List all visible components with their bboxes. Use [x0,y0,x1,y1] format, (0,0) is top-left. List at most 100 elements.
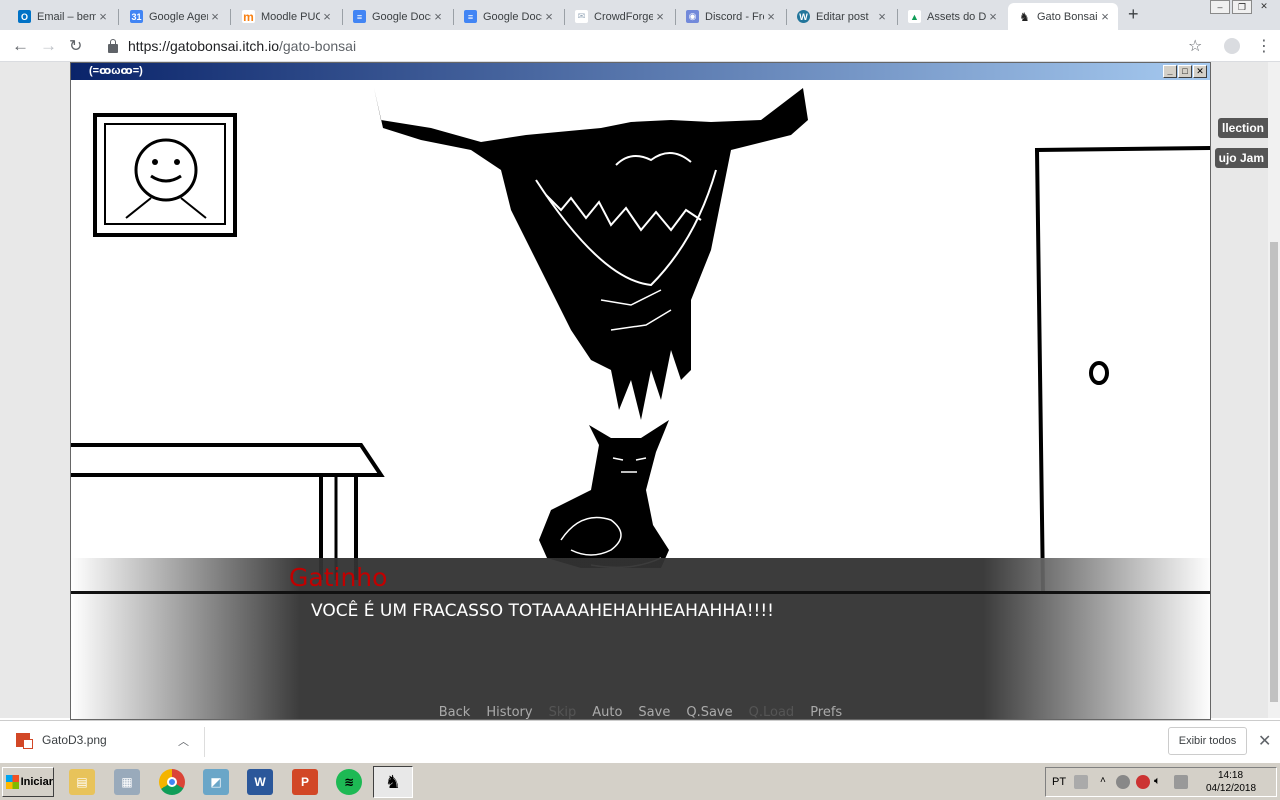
black-cat [539,420,669,569]
page-scrollbar[interactable] [1268,62,1280,718]
taskbar-powerpoint[interactable]: P [285,766,325,798]
cat-icon: ♞ [384,771,402,792]
dialogue-text: VOCÊ É UM FRACASSO TOTAAAAHEHAHHEAHAHHA!… [311,601,774,621]
tab-moodle[interactable]: m Moodle PUC × [232,3,340,30]
close-icon[interactable]: × [96,9,110,24]
reload-icon[interactable]: ↻ [69,36,82,56]
chrome-icon [159,769,185,795]
taskbar-explorer[interactable]: ▤ [62,766,102,798]
download-item[interactable]: GatoD3.png [16,733,107,749]
start-label: Iniciar [20,776,53,788]
antivirus-icon[interactable] [1136,775,1150,789]
tab-separator [118,9,119,25]
dialogue-box[interactable]: Gatinho VOCÊ É UM FRACASSO TOTAAAAHEHAHH… [71,558,1210,719]
tab-google-docs-1[interactable]: ≡ Google Docs × [343,3,451,30]
show-all-button[interactable]: Exibir todos [1168,727,1247,755]
taskbar-calculator[interactable]: ▦ [107,766,147,798]
floor-line [71,591,1210,594]
back-arrow-icon[interactable]: ← [12,36,29,56]
tab-email[interactable]: O Email – bem × [8,3,116,30]
close-icon[interactable]: × [986,9,1000,24]
forward-arrow-icon[interactable]: → [40,36,57,56]
volume-icon[interactable]: 🔈︎ [1154,775,1168,789]
demon-head [374,88,808,420]
close-icon[interactable]: × [320,9,334,24]
lock-icon [108,38,118,53]
tab-wordpress[interactable]: W Editar post × [787,3,895,30]
address-bar[interactable]: https://gatobonsai.itch.io/gato-bonsai [100,34,1210,58]
discord-icon: ◉ [686,10,699,23]
close-window-button[interactable]: ✕ [1254,0,1274,14]
close-icon[interactable]: × [764,9,778,24]
tab-google-docs-2[interactable]: ≡ Google Docs × [454,3,562,30]
taskbar-word[interactable]: W [240,766,280,798]
collection-button[interactable]: llection [1217,118,1268,138]
chevron-up-icon[interactable]: ︿ [178,733,189,749]
tab-gato-bonsai[interactable]: ♞ Gato Bonsai × [1008,3,1118,30]
browser-toolbar: ← → ↻ https://gatobonsai.itch.io/gato-bo… [0,30,1280,62]
chevron-up-icon[interactable]: ˄ [1100,775,1114,789]
speaker-name: Gatinho [289,563,388,592]
dropbox-icon[interactable] [1116,775,1130,789]
outlook-icon: O [18,10,31,23]
windows-logo-icon [6,775,19,789]
taskbar-spotify[interactable]: ≋ [329,766,369,798]
framed-smiley-picture [93,113,237,237]
new-tab-button[interactable]: + [1128,4,1139,25]
game-close-button[interactable]: ✕ [1193,65,1207,78]
quick-menu-back[interactable]: Back [439,705,471,719]
taskbar-app[interactable]: ◩ [196,766,236,798]
powerpoint-icon: P [292,769,318,795]
quick-menu-save[interactable]: Save [638,705,670,719]
start-button[interactable]: Iniciar [2,767,54,797]
language-indicator[interactable]: PT [1052,776,1066,788]
taskbar-chrome[interactable] [152,766,192,798]
quick-menu-skip[interactable]: Skip [549,705,577,719]
calendar-icon: 31 [130,10,143,23]
image-file-icon [16,733,33,749]
network-icon[interactable] [1174,775,1188,789]
tab-label: Google Agen [149,10,208,23]
menu-dots-icon[interactable]: ⋮ [1256,36,1272,56]
tab-google-agenda[interactable]: 31 Google Agen × [120,3,228,30]
quick-menu-qsave[interactable]: Q.Save [686,705,732,719]
tab-drive-assets[interactable]: ▲ Assets do DJ × [898,3,1006,30]
tab-discord[interactable]: ◉ Discord - Fre × [676,3,784,30]
close-icon[interactable]: × [431,9,445,24]
quick-menu-history[interactable]: History [486,705,532,719]
close-icon[interactable]: × [1098,9,1112,24]
game-maximize-button[interactable]: □ [1178,65,1192,78]
close-icon[interactable]: ✕ [1258,731,1271,751]
minimize-button[interactable]: – [1210,0,1230,14]
tab-label: Assets do DJ [927,10,986,23]
quick-menu-prefs[interactable]: Prefs [810,705,842,719]
tab-crowdforge[interactable]: ✉ CrowdForge × [565,3,673,30]
tab-label: Gato Bonsai [1037,10,1098,23]
profile-avatar-icon[interactable] [1224,38,1240,54]
scroll-thumb[interactable] [1270,242,1278,702]
keyboard-icon[interactable] [1074,775,1088,789]
close-icon[interactable]: × [542,9,556,24]
close-icon[interactable]: × [875,9,889,24]
bookmark-star-icon[interactable]: ☆ [1188,36,1202,56]
restore-button[interactable]: ❐ [1232,0,1252,14]
game-window[interactable]: (=ꝏωꝏ=) _ □ ✕ Gatinho VOCÊ É UM FRACASSO… [70,62,1211,720]
taskbar-game[interactable]: ♞ [373,766,413,798]
close-icon[interactable]: × [208,9,222,24]
game-minimize-button[interactable]: _ [1163,65,1177,78]
jam-button[interactable]: ujo Jam [1214,148,1268,168]
clock-time[interactable]: 14:18 [1218,770,1243,781]
quick-menu-qload[interactable]: Q.Load [749,705,795,719]
game-title-bar: (=ꝏωꝏ=) _ □ ✕ [71,63,1210,80]
door [1034,146,1210,593]
browser-tab-bar: O Email – bem × 31 Google Agen × m Moodl… [0,0,1280,30]
tab-label: Google Docs [483,10,542,23]
close-icon[interactable]: × [653,9,667,24]
quick-menu-auto[interactable]: Auto [592,705,622,719]
cat-icon: ♞ [1018,9,1031,24]
game-window-title: (=ꝏωꝏ=) [89,65,143,77]
tab-label: Email – bem [37,10,96,23]
clock-date[interactable]: 04/12/2018 [1206,783,1256,794]
url-host: https://gatobonsai.itch.io [128,38,279,54]
envelope-icon: ✉ [575,10,588,23]
